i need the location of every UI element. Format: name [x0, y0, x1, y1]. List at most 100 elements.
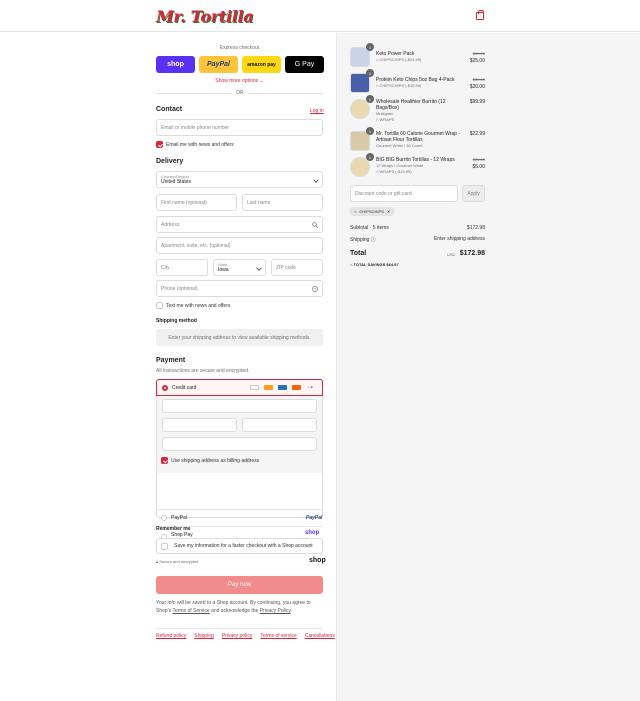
terms-of-service-link[interactable]: Terms of service — [260, 633, 296, 639]
text-news-checkbox[interactable] — [156, 302, 163, 309]
last-name-field[interactable]: Last name — [242, 194, 323, 211]
google-pay-button[interactable]: G Pay — [285, 56, 324, 73]
card-fields-area: Use shipping address as billing address — [157, 396, 322, 473]
visa-icon — [250, 385, 259, 390]
help-icon[interactable]: ⓘ — [371, 237, 376, 243]
pay-now-button[interactable]: Pay now — [156, 576, 323, 594]
help-icon[interactable]: ? — [312, 286, 318, 292]
email-news-checkbox[interactable] — [156, 141, 163, 148]
refund-policy-link[interactable]: Refund policy — [156, 633, 186, 639]
shop-pay-button[interactable]: shop — [156, 56, 195, 73]
original-price: $24.99 — [472, 157, 485, 162]
tag-icon: ⌂ — [354, 209, 357, 214]
phone-field[interactable]: Phone (optional) ? — [156, 280, 323, 297]
expiration-field[interactable] — [162, 418, 237, 432]
item-price: $99.99 — [469, 99, 485, 105]
country-select[interactable]: Country/Region United States — [156, 171, 323, 188]
remember-me-checkbox[interactable] — [161, 542, 168, 550]
state-value: Iowa — [218, 267, 229, 273]
legal-text: Your info will be saved to a Shop accoun… — [156, 599, 326, 615]
email-news-label: Email me with news and offers — [166, 142, 234, 148]
show-more-options-link[interactable]: Show more options ⌄ — [156, 78, 323, 84]
shipping-notice: Enter your shipping address to view avai… — [156, 329, 323, 346]
remove-icon[interactable]: ✕ — [387, 209, 390, 214]
credit-card-option[interactable]: Credit card ⇢ — [156, 379, 323, 396]
contact-heading: Contact — [156, 106, 183, 113]
subtotal-value: $172.98 — [466, 225, 485, 231]
quantity-badge: 1 — [366, 127, 374, 135]
total-label: Total — [350, 250, 367, 257]
header: Mr. Tortilla — [0, 0, 640, 32]
credit-card-radio[interactable] — [162, 385, 168, 391]
discount-tag-text: WRAPS (-$19.99) — [379, 169, 412, 174]
first-name-placeholder: First name (optional) — [161, 199, 207, 206]
privacy-policy-link[interactable]: Privacy policy — [222, 633, 253, 639]
phone-placeholder: Phone (optional) — [161, 285, 198, 292]
first-name-field[interactable]: First name (optional) — [156, 194, 237, 211]
item-price: $25.00 — [469, 58, 485, 64]
city-field[interactable]: City — [156, 259, 208, 276]
credit-card-label: Credit card — [172, 385, 197, 391]
discount-tag: ⌂ WRAPS (-$19.99) — [376, 169, 412, 175]
paypal-button[interactable]: PayPal — [199, 56, 238, 73]
shopping-bag-icon[interactable] — [476, 10, 484, 20]
chevron-down-icon — [256, 265, 262, 271]
email-field[interactable]: Email or mobile phone number — [156, 119, 323, 136]
secure-text: 🔒︎ Secure and encrypted — [156, 559, 198, 564]
discount-tag-text: WRAPS — [379, 117, 395, 122]
logo[interactable]: Mr. Tortilla — [156, 7, 254, 26]
savings-label: TOTAL SAVINGS — [353, 262, 386, 267]
payment-heading: Payment — [156, 357, 186, 364]
state-select[interactable]: State Iowa — [213, 259, 266, 276]
email-placeholder: Email or mobile phone number — [161, 124, 230, 131]
secure-label: Secure and encrypted — [159, 559, 199, 564]
checkout-form: Express checkout shop PayPal amazon pay … — [0, 33, 336, 701]
item-price: $20.00 — [469, 84, 485, 90]
privacy-link[interactable]: Privacy Policy — [260, 608, 291, 614]
order-summary: 1 Keto Power Pack ⌂ CHIPSCHIPS (-$24.99)… — [336, 33, 640, 701]
cancellations-link[interactable]: Cancellations — [305, 633, 335, 639]
name-on-card-field[interactable] — [162, 437, 317, 451]
divider — [157, 509, 322, 510]
quantity-badge: 1 — [366, 43, 374, 51]
item-price: $5.00 — [472, 164, 485, 170]
remember-me-label: Save my information for a faster checkou… — [174, 543, 313, 549]
discount-code-field[interactable]: Discount code or gift card — [350, 185, 458, 202]
billing-address-checkbox[interactable] — [161, 457, 168, 464]
total-value: $172.98 — [459, 250, 485, 257]
express-checkout-label: Express checkout — [219, 45, 260, 51]
paypal-option-label: PayPal — [171, 515, 187, 521]
delivery-heading: Delivery — [156, 158, 184, 165]
apartment-field[interactable]: Apartment, suite, etc. (optional) — [156, 237, 323, 254]
card-number-field[interactable] — [162, 399, 317, 413]
remember-me-box[interactable]: Save my information for a faster checkou… — [156, 538, 323, 554]
amazon-pay-button[interactable]: amazon pay — [242, 56, 281, 73]
address-placeholder: Address — [161, 221, 180, 228]
discount-tag: ⌂ CHIPSCHIPS (-$24.99) — [376, 57, 421, 63]
item-price: $22.99 — [469, 131, 485, 137]
city-placeholder: City — [161, 264, 170, 271]
discount-placeholder: Discount code or gift card — [355, 190, 412, 197]
country-value: United States — [161, 179, 192, 185]
terms-link[interactable]: Terms of Service — [172, 608, 209, 614]
login-link[interactable]: Log in — [310, 108, 324, 114]
quantity-badge: 1 — [366, 95, 374, 103]
security-code-field[interactable] — [242, 418, 317, 432]
original-price: $39.99 — [472, 77, 485, 82]
original-price: $49.99 — [472, 51, 485, 56]
variant-text: Gourmet White / 30 Count — [376, 143, 423, 148]
payment-subtitle: All transactions are secure and encrypte… — [156, 368, 250, 374]
paypal-logo: PayPal — [306, 515, 323, 521]
paypal-radio[interactable] — [161, 515, 167, 521]
savings-value: $64.97 — [386, 262, 399, 267]
subtotal-label: Subtotal · 5 items — [350, 225, 389, 231]
billing-address-label: Use shipping address as billing address — [171, 458, 260, 464]
apply-button[interactable]: Apply — [462, 185, 485, 202]
chevron-down-icon — [313, 177, 319, 183]
line-item: 1 Protein Keto Chips 5oz Bag 4-Pack ⌂ CH… — [350, 69, 485, 97]
shipping-link[interactable]: Shipping — [194, 633, 213, 639]
last-name-placeholder: Last name — [247, 199, 271, 206]
zip-field[interactable]: ZIP code — [271, 259, 323, 276]
line-item: 1 BIG BIG Burrito Tortillas - 12 Wraps 1… — [350, 153, 485, 179]
address-field[interactable]: Address — [156, 216, 323, 233]
